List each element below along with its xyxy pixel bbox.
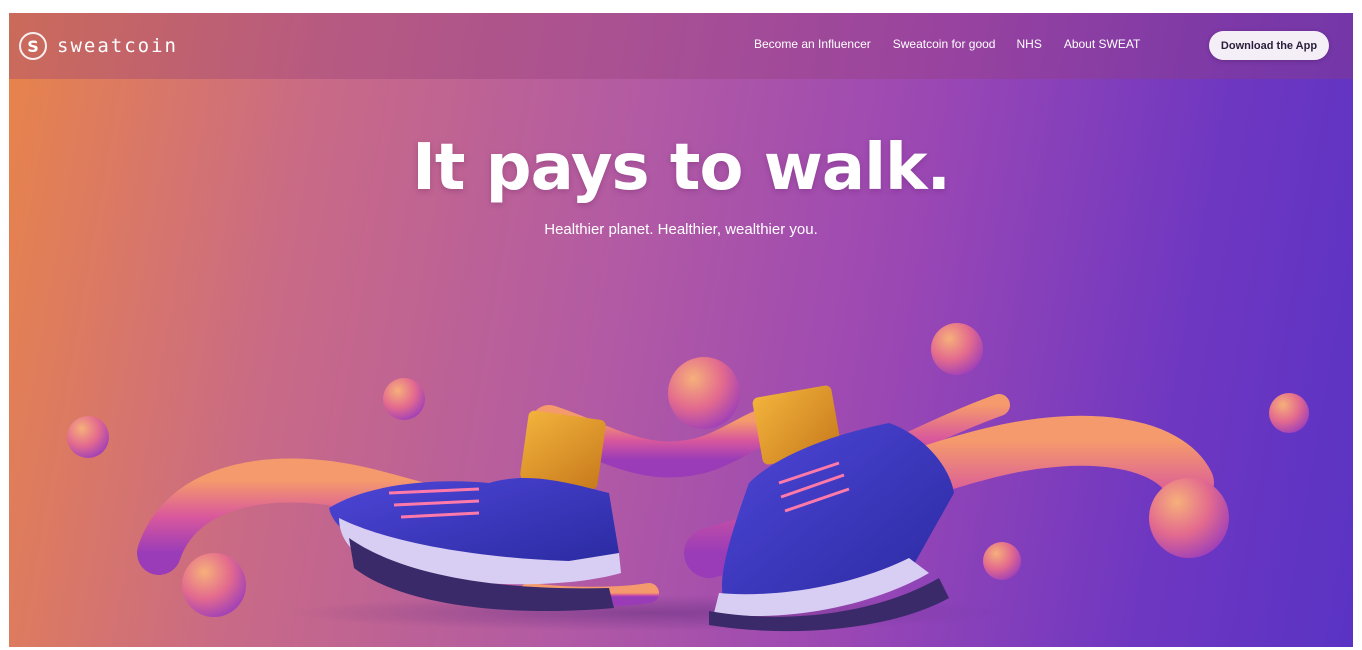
decor-ball bbox=[1149, 478, 1229, 558]
decor-ball bbox=[931, 323, 983, 375]
hero-illustration bbox=[67, 323, 1309, 632]
decor-ball bbox=[67, 416, 109, 458]
decor-ball bbox=[1269, 393, 1309, 433]
sweatcoin-logo-icon: S bbox=[19, 32, 47, 60]
decor-ball bbox=[983, 542, 1021, 580]
nav-link-nhs[interactable]: NHS bbox=[1016, 37, 1041, 51]
brand-name: sweatcoin bbox=[57, 35, 178, 57]
nav-link-sweatcoin-for-good[interactable]: Sweatcoin for good bbox=[893, 37, 996, 51]
decor-ball bbox=[383, 378, 425, 420]
nav-link-about-sweat[interactable]: About SWEAT bbox=[1064, 37, 1140, 51]
hero-title: It pays to walk. bbox=[412, 131, 951, 205]
hero-subtitle: Healthier planet. Healthier, wealthier y… bbox=[544, 221, 818, 238]
nav-links: Become an Influencer Sweatcoin for good … bbox=[754, 37, 1140, 51]
nav-link-become-influencer[interactable]: Become an Influencer bbox=[754, 37, 871, 51]
page-frame: S sweatcoin Become an Influencer Sweatco… bbox=[9, 13, 1353, 647]
left-sneaker bbox=[329, 410, 621, 612]
decor-ball bbox=[182, 553, 246, 617]
decor-ball bbox=[668, 357, 740, 429]
top-nav: S sweatcoin Become an Influencer Sweatco… bbox=[9, 13, 1353, 79]
download-app-button[interactable]: Download the App bbox=[1209, 31, 1329, 60]
brand-logo[interactable]: S sweatcoin bbox=[19, 29, 178, 63]
